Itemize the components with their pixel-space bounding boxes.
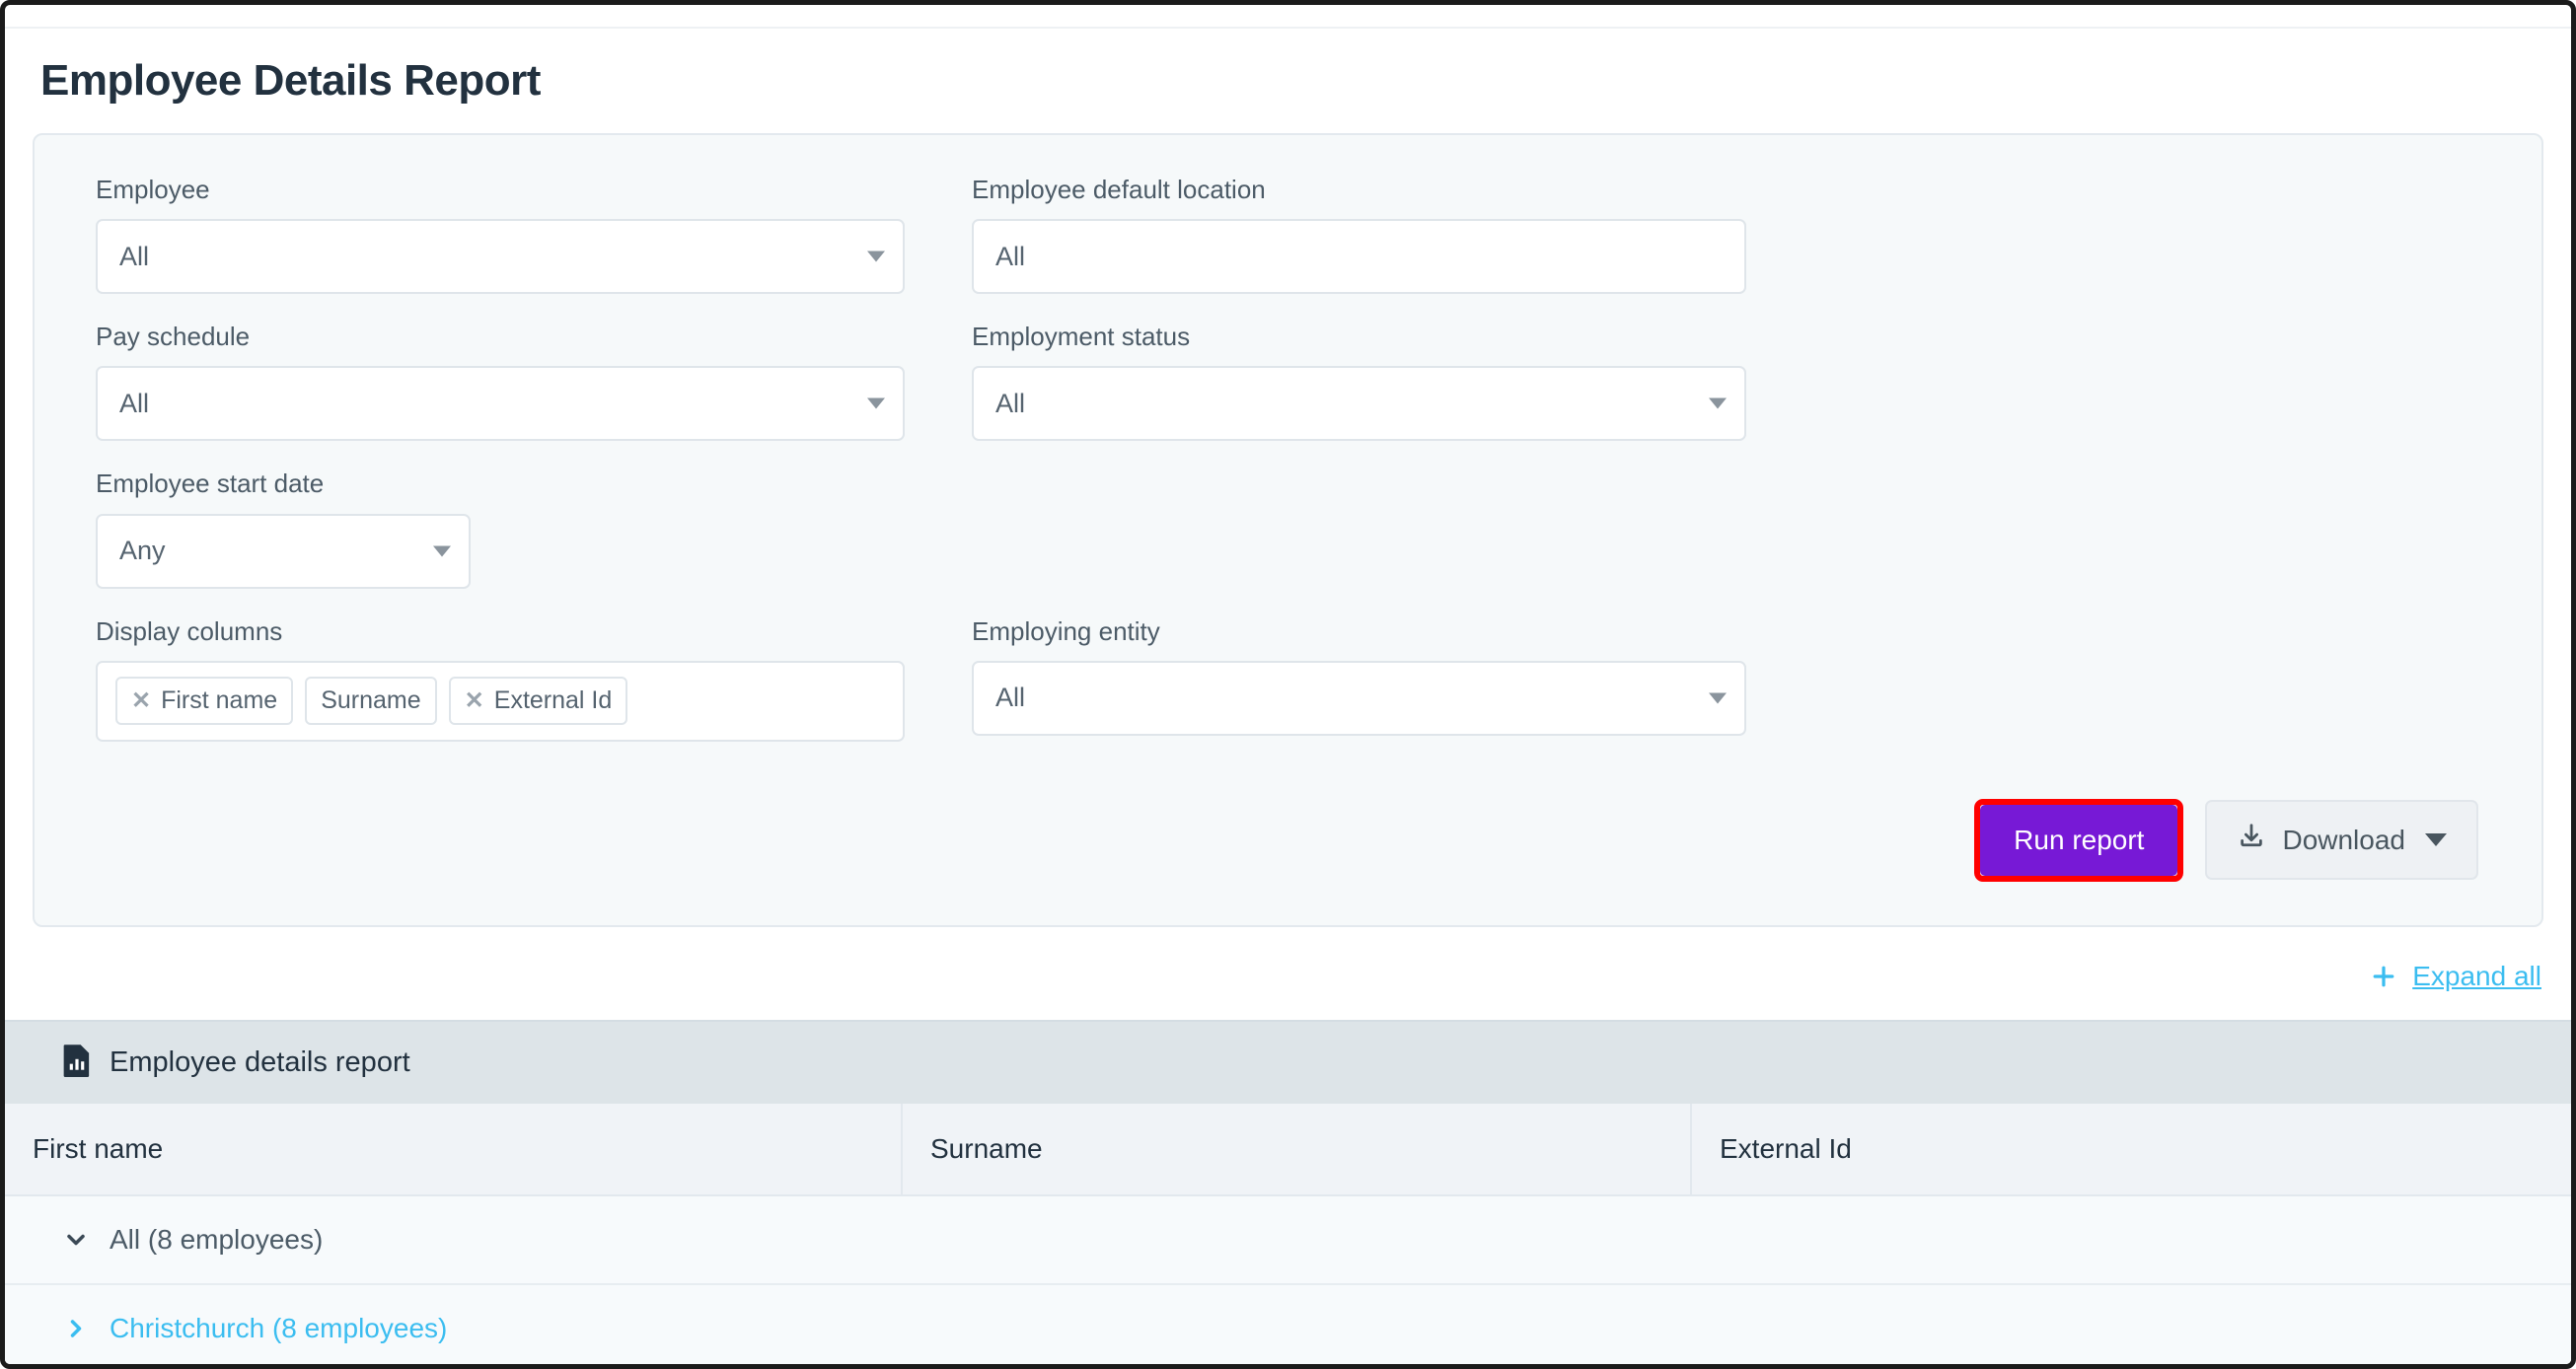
chevron-down-icon bbox=[1709, 397, 1727, 409]
pay-schedule-label: Pay schedule bbox=[96, 322, 251, 352]
report-results-card: Employee details report First name Surna… bbox=[5, 1019, 2571, 1364]
table-header-row: First name Surname External Id bbox=[5, 1103, 2571, 1196]
download-icon bbox=[2237, 822, 2266, 858]
employee-default-location-input[interactable]: All bbox=[972, 219, 1746, 295]
chip-surname[interactable]: Surname bbox=[305, 677, 437, 726]
chevron-right-icon[interactable] bbox=[62, 1315, 90, 1342]
chip-label: Surname bbox=[321, 686, 421, 715]
pay-schedule-select[interactable]: All bbox=[96, 366, 905, 442]
expand-all-row: Expand all bbox=[33, 961, 2543, 992]
close-icon[interactable]: ✕ bbox=[465, 688, 484, 713]
chevron-down-icon bbox=[2425, 833, 2447, 847]
row-label: All (8 employees) bbox=[110, 1223, 324, 1255]
plus-icon[interactable] bbox=[2369, 962, 2398, 991]
download-button[interactable]: Download bbox=[2205, 800, 2478, 881]
employing-entity-value: All bbox=[995, 683, 1026, 713]
grid-gap bbox=[905, 468, 972, 615]
column-header-first-name: First name bbox=[5, 1103, 903, 1194]
employing-entity-select[interactable]: All bbox=[972, 660, 1746, 736]
table-row[interactable]: Christchurch (8 employees) bbox=[5, 1284, 2571, 1364]
pay-schedule-value: All bbox=[119, 388, 150, 418]
close-icon[interactable]: ✕ bbox=[131, 688, 151, 713]
report-icon bbox=[62, 1044, 92, 1082]
column-header-external-id: External Id bbox=[1720, 1132, 1852, 1164]
field-employee-start-date: Employee start date Any bbox=[96, 468, 905, 589]
column-header-surname: Surname bbox=[903, 1103, 1692, 1194]
employment-status-value: All bbox=[995, 388, 1026, 418]
field-display-columns: Display columns ✕ First name Surname ✕ E… bbox=[96, 616, 905, 742]
report-header: Employee details report bbox=[5, 1021, 2571, 1104]
grid-spacer bbox=[972, 468, 1746, 615]
run-report-highlight: Run report bbox=[1974, 798, 2184, 882]
employee-default-location-label: Employee default location bbox=[972, 175, 1266, 204]
employee-start-date-value: Any bbox=[119, 536, 166, 566]
chevron-down-icon bbox=[433, 545, 451, 557]
employment-status-label: Employment status bbox=[972, 322, 1191, 352]
field-employment-status: Employment status All bbox=[972, 322, 1746, 442]
display-columns-label: Display columns bbox=[96, 615, 283, 646]
employing-entity-label: Employing entity bbox=[972, 615, 1160, 646]
run-report-button[interactable]: Run report bbox=[1980, 804, 2178, 876]
chevron-down-icon bbox=[867, 397, 885, 409]
filter-grid: Employee All Employee default location A… bbox=[96, 175, 2480, 769]
filter-actions: Run report Download bbox=[96, 798, 2480, 882]
employee-select[interactable]: All bbox=[96, 219, 905, 295]
chevron-down-icon bbox=[867, 251, 885, 262]
field-employee: Employee All bbox=[96, 175, 905, 295]
chip-label: First name bbox=[161, 686, 278, 715]
chevron-down-icon[interactable] bbox=[62, 1226, 90, 1254]
employee-label: Employee bbox=[96, 175, 210, 204]
app-window: Employee Details Report Employee All Emp… bbox=[0, 0, 2576, 1369]
employee-start-date-label: Employee start date bbox=[96, 468, 325, 499]
field-employee-default-location: Employee default location All bbox=[972, 175, 1746, 295]
display-columns-input[interactable]: ✕ First name Surname ✕ External Id bbox=[96, 660, 905, 742]
field-employing-entity: Employing entity All bbox=[972, 616, 1746, 742]
chip-label: External Id bbox=[493, 686, 613, 715]
employee-start-date-select[interactable]: Any bbox=[96, 513, 471, 589]
page-title: Employee Details Report bbox=[40, 56, 541, 105]
report-title: Employee details report bbox=[110, 1045, 410, 1078]
chip-external-id[interactable]: ✕ External Id bbox=[448, 677, 628, 726]
chevron-down-icon bbox=[1709, 692, 1727, 704]
employee-default-location-value: All bbox=[995, 241, 1026, 271]
table-row[interactable]: All (8 employees) bbox=[5, 1195, 2571, 1285]
employee-value: All bbox=[119, 241, 150, 271]
grid-gap bbox=[905, 175, 972, 322]
grid-gap bbox=[905, 322, 972, 468]
expand-all-link[interactable]: Expand all bbox=[2412, 961, 2541, 992]
report-filter-panel: Employee All Employee default location A… bbox=[33, 133, 2543, 927]
grid-gap bbox=[905, 616, 972, 769]
page-body: Employee Details Report Employee All Emp… bbox=[5, 29, 2571, 1364]
row-label: Christchurch (8 employees) bbox=[110, 1312, 448, 1343]
download-label: Download bbox=[2282, 824, 2405, 855]
field-pay-schedule: Pay schedule All bbox=[96, 322, 905, 442]
employment-status-select[interactable]: All bbox=[972, 366, 1746, 442]
chip-first-name[interactable]: ✕ First name bbox=[115, 677, 294, 726]
